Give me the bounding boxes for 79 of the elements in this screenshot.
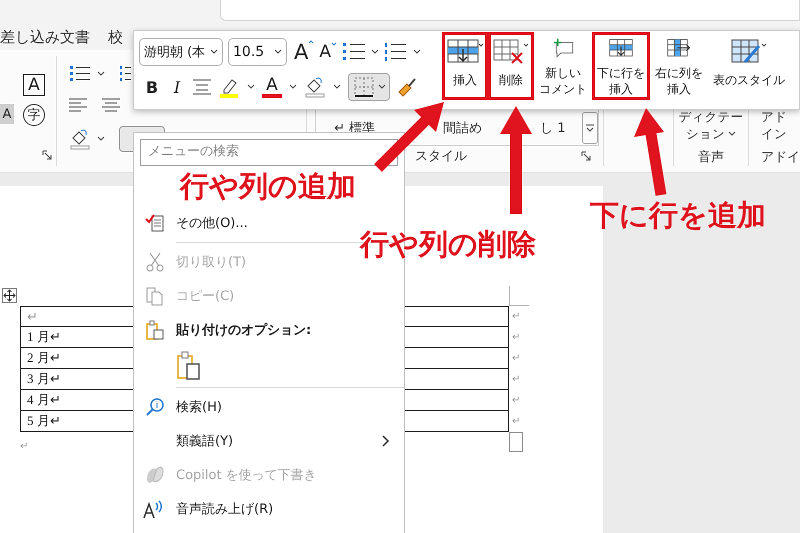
annotation-label: 行や列の追加 (180, 168, 356, 204)
font-name-dropdown[interactable]: 游明朝 (本 (139, 38, 223, 66)
table-command-button[interactable]: 挿入 (442, 32, 488, 100)
table-style-icon (731, 38, 767, 66)
borders-icon (352, 75, 376, 99)
borders-button[interactable] (348, 73, 390, 101)
character-format-button[interactable]: A (23, 74, 45, 96)
shading-icon[interactable] (304, 76, 326, 98)
caret-down-icon (331, 42, 338, 46)
group-label: 音声 (698, 149, 724, 166)
bullet-list-icon[interactable] (342, 41, 366, 63)
shading-icon[interactable] (69, 128, 92, 150)
gallery-more-button[interactable] (582, 112, 598, 144)
table-command-button[interactable]: 下に行を 挿入 (592, 32, 650, 100)
paste-option-button[interactable] (176, 351, 202, 381)
bullet-list-icon[interactable] (69, 64, 92, 84)
annotation-arrow (374, 102, 444, 172)
menu-item[interactable]: 音声読み上げ(R) (134, 492, 404, 526)
table-move-handle-icon[interactable] (2, 288, 17, 303)
clipboard-icon (145, 320, 165, 340)
group-label: アドイ (761, 149, 800, 166)
scissors-icon (145, 252, 165, 272)
annotation-label: 下に行を追加 (590, 197, 766, 233)
numbered-list-icon[interactable] (384, 41, 408, 63)
chevron-icon (378, 84, 386, 90)
delete-table-icon (493, 38, 529, 66)
character-format-button[interactable]: A (0, 104, 14, 124)
row-end-mark: ↵ (511, 374, 522, 385)
character-format-button[interactable]: 字 (23, 104, 45, 126)
chevron-icon[interactable] (97, 136, 106, 142)
dialog-launcher-icon[interactable] (42, 150, 52, 160)
dialog-launcher-icon[interactable] (581, 151, 592, 162)
ribbon-tab[interactable]: 校 (108, 28, 123, 47)
style-item[interactable]: し 1 (540, 118, 566, 137)
align-center-icon[interactable] (102, 98, 120, 112)
table-corner-mark-icon (509, 286, 529, 306)
bold-button[interactable]: B (143, 78, 161, 96)
chevron-icon[interactable] (289, 84, 297, 90)
end-of-row-box-icon (509, 432, 523, 452)
menu-search-field[interactable]: メニューの検索 (140, 139, 398, 166)
chevron-icon (584, 122, 595, 133)
chevron-icon[interactable] (413, 49, 422, 55)
grow-font-button[interactable]: A (294, 40, 314, 64)
caret-up-icon (308, 40, 314, 44)
copilot-icon (144, 465, 166, 485)
chevron-icon[interactable] (371, 49, 380, 55)
chevron-icon (210, 49, 218, 55)
row-end-mark: ↵ (511, 332, 522, 343)
format-painter-icon[interactable] (397, 76, 417, 98)
chevron-icon (728, 130, 736, 136)
italic-button[interactable]: I (168, 78, 186, 96)
row-end-mark: ↵ (511, 416, 522, 427)
table-command-button[interactable]: 表のスタイル (708, 32, 790, 100)
table-command-button[interactable]: 削除 (488, 32, 534, 100)
group-label: スタイル (415, 148, 468, 166)
numbered-list-icon[interactable] (119, 64, 132, 84)
center-align-icon[interactable] (193, 79, 211, 95)
add-ins-button[interactable]: アド イン (761, 108, 800, 142)
font-size-dropdown[interactable]: 10.5 (228, 38, 287, 66)
table-command-button[interactable]: 新しい コメント (534, 32, 592, 100)
align-left-icon[interactable] (69, 98, 88, 112)
checklist-icon (145, 213, 165, 233)
font-color-button[interactable]: A (262, 76, 282, 98)
dictation-button[interactable]: ディクテー ション (678, 108, 744, 142)
shrink-font-button[interactable]: A (319, 42, 338, 62)
paragraph-mark: ↵ (20, 440, 28, 452)
row-end-mark: ↵ (511, 353, 522, 364)
table-command-button[interactable]: 右に列を 挿入 (650, 32, 708, 100)
style-item[interactable]: 間詰め (443, 118, 482, 137)
annotation-label: 行や列の削除 (360, 226, 536, 262)
chevron-icon (274, 49, 282, 55)
chevron-icon[interactable] (247, 84, 255, 90)
copy-icon (145, 286, 165, 306)
chevron-icon[interactable] (333, 84, 341, 90)
chevron-icon[interactable] (97, 71, 106, 77)
ribbon-tab[interactable]: 差し込み文書 (0, 28, 90, 47)
row-end-mark: ↵ (511, 395, 522, 406)
search-icon (145, 397, 165, 417)
row-end-mark: ↵ (511, 311, 522, 322)
